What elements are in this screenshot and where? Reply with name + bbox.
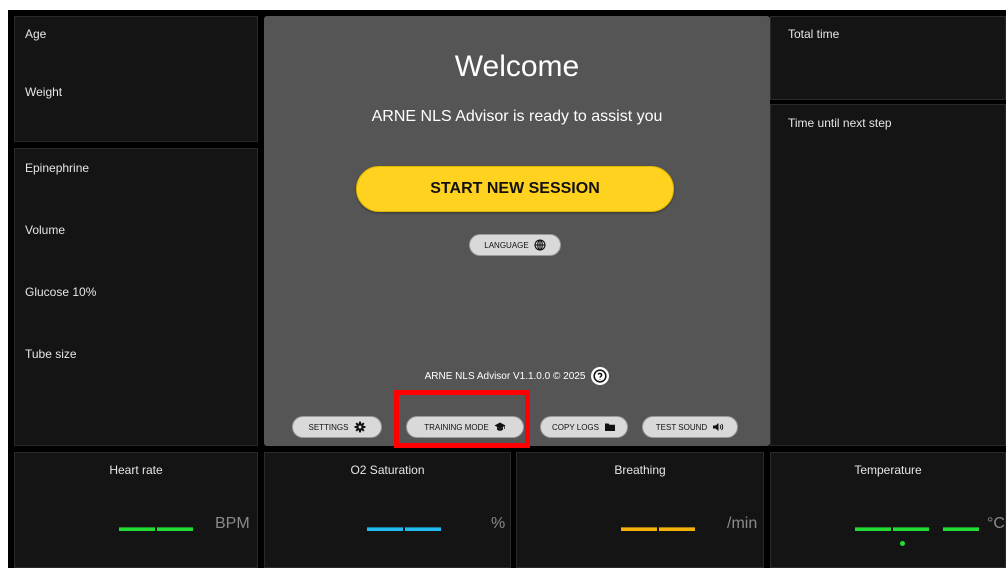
test-sound-button[interactable]: TEST SOUND	[642, 416, 738, 438]
version-text: ARNE NLS Advisor V1.1.0.0 © 2025	[424, 370, 586, 382]
age-label: Age	[25, 27, 47, 41]
heart-rate-panel: Heart rate —— BPM	[14, 452, 258, 568]
breathing-value: ——	[621, 506, 697, 547]
next-step-panel: Time until next step	[770, 104, 1006, 446]
copy-logs-button[interactable]: COPY LOGS	[540, 416, 628, 438]
copy-logs-button-label: COPY LOGS	[552, 422, 599, 432]
welcome-subtitle: ARNE NLS Advisor is ready to assist you	[371, 108, 663, 125]
epinephrine-label: Epinephrine	[25, 161, 90, 175]
breathing-title: Breathing	[614, 463, 666, 477]
start-new-session-button[interactable]: START NEW SESSION	[356, 166, 674, 212]
heart-rate-title: Heart rate	[109, 463, 163, 477]
heart-rate-value: ——	[119, 506, 195, 547]
language-button-label: LANGUAGE	[484, 240, 529, 250]
weight-label: Weight	[25, 85, 63, 99]
version-row: ARNE NLS Advisor V1.1.0.0 © 2025	[264, 367, 770, 385]
temperature-unit: °C	[987, 515, 1005, 532]
temperature-decimal-dot	[900, 541, 905, 546]
volume-label: Volume	[25, 223, 66, 237]
breathing-panel: Breathing —— /min	[516, 452, 764, 568]
welcome-title: Welcome	[454, 50, 580, 83]
total-time-label: Total time	[788, 27, 840, 41]
breathing-unit: /min	[727, 515, 758, 532]
medication-panel: Epinephrine Volume Glucose 10% Tube size	[14, 148, 258, 446]
patient-panel: Age Weight	[14, 16, 258, 142]
total-time-panel: Total time	[770, 16, 1006, 100]
o2-saturation-unit: %	[491, 515, 506, 532]
next-step-label: Time until next step	[788, 116, 892, 130]
temperature-title: Temperature	[854, 463, 922, 477]
gear-icon	[354, 421, 365, 433]
settings-button-label: SETTINGS	[308, 422, 349, 432]
test-sound-button-label: TEST SOUND	[655, 422, 708, 432]
help-button[interactable]	[591, 367, 610, 385]
o2-saturation-panel: O2 Saturation —— %	[264, 452, 511, 568]
tube-size-label: Tube size	[25, 347, 77, 361]
folder-icon	[604, 423, 615, 431]
question-icon	[593, 369, 607, 383]
app-stage: Age Weight Epinephrine Volume Glucose 10…	[8, 10, 1006, 568]
heart-rate-unit: BPM	[215, 515, 250, 532]
settings-button[interactable]: SETTINGS	[292, 416, 382, 438]
o2-saturation-value: ——	[367, 506, 443, 547]
welcome-panel: Welcome ARNE NLS Advisor is ready to ass…	[264, 16, 770, 446]
glucose-label: Glucose 10%	[25, 285, 97, 299]
speaker-icon	[713, 423, 724, 431]
o2-saturation-title: O2 Saturation	[350, 463, 425, 477]
temperature-value: —— —	[855, 506, 982, 547]
globe-icon	[534, 239, 546, 251]
language-button[interactable]: LANGUAGE	[469, 234, 561, 256]
highlight-box	[394, 390, 530, 448]
temperature-panel: Temperature —— — °C	[770, 452, 1006, 568]
